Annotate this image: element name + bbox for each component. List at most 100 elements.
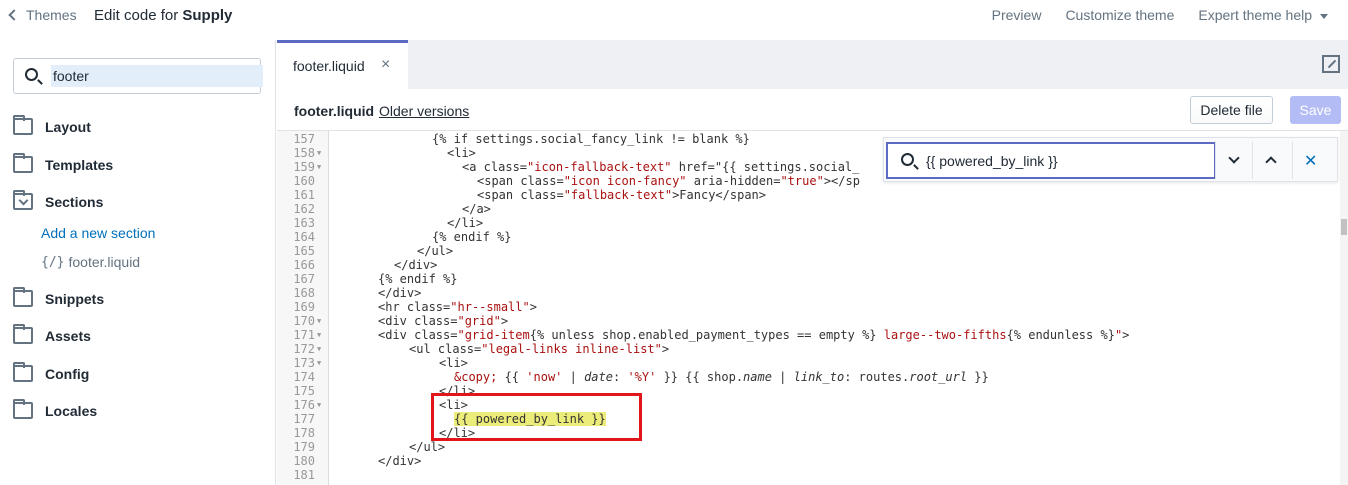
- folder-templates[interactable]: Templates: [13, 153, 114, 173]
- file-item-footer-liquid[interactable]: {/} footer.liquid: [41, 254, 140, 270]
- annotation-highlight-box: [431, 393, 642, 441]
- code-line: </li>: [277, 216, 1340, 230]
- code-filter: link_to: [793, 370, 845, 384]
- file-label: footer.liquid: [68, 254, 141, 270]
- file-search-input[interactable]: [51, 65, 263, 87]
- code-string: "legal-links inline-list": [481, 342, 662, 356]
- add-new-section-link[interactable]: Add a new section: [41, 225, 155, 241]
- customize-theme-link[interactable]: Customize theme: [1065, 7, 1174, 23]
- code-line: <ul class="legal-links inline-list">: [277, 342, 1340, 356]
- code-text: </div>: [394, 258, 438, 272]
- code-line: </a>: [277, 202, 1340, 216]
- code-line: &copy; {{ 'now' | date: '%Y' }} {{ shop.…: [277, 370, 1340, 384]
- code-string: '%Y': [627, 370, 657, 384]
- code-string: "hr--small": [450, 300, 530, 314]
- folder-label: Snippets: [45, 290, 105, 307]
- find-next-button[interactable]: [1215, 142, 1252, 179]
- code-text: <span class=: [477, 188, 564, 202]
- code-text: href="{{ settings.social_: [671, 160, 860, 174]
- folder-icon: [13, 287, 33, 307]
- code-property: name: [743, 370, 772, 384]
- folder-locales[interactable]: Locales: [13, 399, 97, 419]
- folder-layout[interactable]: Layout: [13, 115, 91, 135]
- expert-help-label: Expert theme help: [1198, 7, 1312, 23]
- delete-file-button[interactable]: Delete file: [1190, 96, 1273, 124]
- code-line: </ul>: [277, 244, 1340, 258]
- code-text: <div class=: [378, 314, 458, 328]
- search-icon: [901, 153, 914, 166]
- code-string: "true": [780, 174, 824, 188]
- caret-down-icon: [1320, 13, 1328, 19]
- code-text: |: [562, 370, 585, 384]
- code-line: </div>: [277, 454, 1340, 468]
- folder-assets[interactable]: Assets: [13, 324, 91, 344]
- folder-icon: [13, 115, 33, 135]
- code-text: </div>: [378, 454, 422, 468]
- save-button[interactable]: Save: [1290, 96, 1341, 124]
- code-text: : routes.: [844, 370, 910, 384]
- find-input[interactable]: [926, 151, 1206, 171]
- code-line: <div class="grid-item{% unless shop.enab…: [277, 328, 1340, 342]
- code-liquid: {% endunless %}: [1006, 328, 1115, 342]
- code-text: aria-hidden=: [686, 174, 781, 188]
- expert-theme-help-dropdown[interactable]: Expert theme help: [1198, 7, 1328, 23]
- code-string: "icon icon-fancy": [563, 174, 687, 188]
- file-header: footer.liquid Older versions Delete file…: [277, 89, 1348, 131]
- code-text: {% endif %}: [378, 272, 458, 286]
- code-text: >Fancy</span>: [672, 188, 766, 202]
- scrollbar-thumb[interactable]: [1341, 219, 1347, 235]
- code-text: }} {{ shop.: [656, 370, 744, 384]
- code-text: <span class=: [477, 174, 564, 188]
- folder-label: Sections: [45, 193, 104, 210]
- close-find-button[interactable]: ✕: [1292, 142, 1329, 179]
- code-line: {% endif %}: [277, 272, 1340, 286]
- code-text: <hr class=: [378, 300, 451, 314]
- folder-config[interactable]: Config: [13, 362, 89, 382]
- code-text: </ul>: [417, 244, 454, 258]
- chevron-up-icon: [1265, 156, 1277, 168]
- code-string: &copy;: [454, 370, 498, 384]
- top-bar: Themes Edit code for Supply Preview Cust…: [0, 0, 1348, 40]
- close-tab-icon[interactable]: ×: [381, 56, 390, 74]
- tab-footer-liquid[interactable]: footer.liquid ×: [277, 40, 408, 89]
- code-text: }}: [967, 370, 989, 384]
- code-string: 'now': [526, 370, 563, 384]
- theme-name: Supply: [182, 7, 233, 24]
- code-text: >: [1122, 328, 1130, 342]
- code-string: large--two-fifths: [876, 328, 1007, 342]
- code-text: <div class=: [378, 328, 458, 342]
- tab-label: footer.liquid: [293, 58, 365, 74]
- preview-link[interactable]: Preview: [992, 7, 1042, 23]
- code-text: >: [500, 314, 509, 328]
- code-text: >: [529, 300, 537, 314]
- code-string: "fallback-text": [563, 188, 673, 202]
- find-previous-button[interactable]: [1252, 142, 1289, 179]
- code-line: </div>: [277, 286, 1340, 300]
- top-actions: Preview Customize theme Expert theme hel…: [992, 7, 1328, 23]
- code-line: <span class="fallback-text">Fancy</span>: [277, 188, 1340, 202]
- liquid-file-icon: {/}: [41, 254, 65, 270]
- code-text: :: [612, 370, 628, 384]
- code-property: root_url: [909, 370, 968, 384]
- editor-scrollbar[interactable]: [1340, 131, 1348, 485]
- close-icon: ✕: [1304, 153, 1318, 170]
- folder-snippets[interactable]: Snippets: [13, 287, 105, 307]
- folder-label: Layout: [45, 118, 91, 135]
- expand-editor-icon[interactable]: [1322, 55, 1340, 73]
- code-text: |: [771, 370, 794, 384]
- older-versions-link[interactable]: Older versions: [379, 103, 469, 119]
- code-line: {% endif %}: [277, 230, 1340, 244]
- file-name: footer.liquid: [294, 103, 375, 119]
- code-text: </li>: [447, 216, 484, 230]
- file-search[interactable]: [13, 58, 263, 94]
- back-label: Themes: [26, 7, 77, 23]
- code-text: </ul>: [409, 440, 446, 454]
- file-sidebar: Layout Templates Sections Add a new sect…: [0, 40, 276, 485]
- code-text: <a class=: [462, 160, 528, 174]
- folder-sections[interactable]: Sections: [13, 190, 104, 210]
- find-field[interactable]: [886, 142, 1216, 179]
- folder-label: Templates: [45, 156, 114, 173]
- page-title: Edit code for Supply: [94, 7, 232, 24]
- back-to-themes-link[interactable]: Themes: [8, 7, 77, 23]
